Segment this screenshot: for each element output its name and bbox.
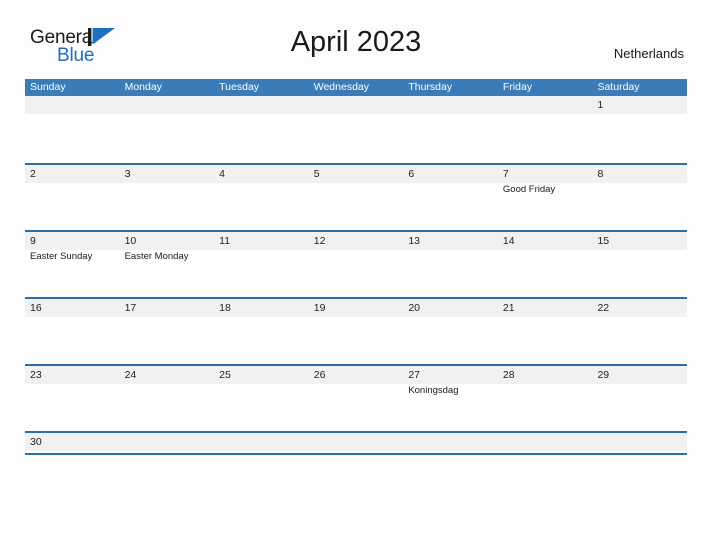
weekday-header-row: Sunday Monday Tuesday Wednesday Thursday… <box>25 79 687 96</box>
day-number: 17 <box>124 302 137 314</box>
day-number: 26 <box>313 369 326 381</box>
day-cell[interactable] <box>309 433 404 453</box>
week-row: 16 17 18 19 20 21 22 <box>25 297 687 364</box>
weekday-header-monday: Monday <box>124 81 162 93</box>
day-cell[interactable]: 18 <box>214 299 309 364</box>
day-cell[interactable] <box>214 433 309 453</box>
weekday-header-tuesday: Tuesday <box>219 81 260 93</box>
day-cell[interactable]: 20 <box>403 299 498 364</box>
day-number: 27 <box>408 369 420 381</box>
day-cell[interactable] <box>498 96 593 163</box>
day-cell[interactable] <box>214 96 309 163</box>
day-cell[interactable]: 21 <box>498 299 593 364</box>
day-number: 3 <box>124 168 131 180</box>
day-cell[interactable] <box>309 96 404 163</box>
week-row: 23 24 25 26 27 Koningsdag 28 29 <box>25 364 687 431</box>
day-number: 7 <box>502 168 509 180</box>
page-title: April 2023 <box>290 26 422 58</box>
day-cell[interactable]: 12 <box>309 232 404 297</box>
day-number: 4 <box>219 168 225 180</box>
day-number: 19 <box>313 302 326 314</box>
day-number: 8 <box>597 168 604 180</box>
weekday-header-sunday: Sunday <box>30 81 66 93</box>
day-number: 5 <box>313 168 320 180</box>
day-cell[interactable]: 8 <box>592 165 687 230</box>
day-number: 29 <box>597 369 610 381</box>
day-cell[interactable]: 10 Easter Monday <box>120 232 215 297</box>
day-number: 10 <box>124 235 137 247</box>
day-cell[interactable]: 13 <box>403 232 498 297</box>
day-number: 2 <box>30 168 36 180</box>
day-number: 23 <box>30 369 42 381</box>
calendar-grid: Sunday Monday Tuesday Wednesday Thursday… <box>25 79 687 455</box>
day-number: 22 <box>597 302 610 314</box>
weekday-header-friday: Friday <box>502 81 533 93</box>
day-event: Koningsdag <box>408 385 459 396</box>
day-cell[interactable]: 3 <box>120 165 215 230</box>
weekday-header-wednesday: Wednesday <box>313 81 369 93</box>
day-cell[interactable]: 2 <box>25 165 120 230</box>
day-cell[interactable]: 15 <box>592 232 687 297</box>
day-cell[interactable] <box>498 433 593 453</box>
page-header: General Blue April 2023 Netherlands <box>0 0 712 65</box>
day-cell[interactable]: 23 <box>25 366 120 431</box>
day-number: 16 <box>30 302 42 314</box>
day-cell[interactable]: 11 <box>214 232 309 297</box>
day-cell[interactable]: 5 <box>309 165 404 230</box>
day-number: 11 <box>219 235 231 247</box>
calendar-page: General Blue April 2023 Netherlands Sund… <box>0 0 712 550</box>
day-cell[interactable] <box>120 433 215 453</box>
week-row: 2 3 4 5 6 7 Good Friday 8 <box>25 163 687 230</box>
day-number: 14 <box>502 235 515 247</box>
day-cell[interactable]: 16 <box>25 299 120 364</box>
day-number: 24 <box>124 369 137 381</box>
day-number: 6 <box>408 168 415 180</box>
day-cell[interactable]: 30 <box>25 433 120 453</box>
day-event: Good Friday <box>502 184 556 195</box>
day-number: 28 <box>502 369 515 381</box>
day-cell[interactable]: 9 Easter Sunday <box>25 232 120 297</box>
day-cell[interactable]: 27 Koningsdag <box>403 366 498 431</box>
day-cell[interactable]: 1 <box>592 96 687 163</box>
day-cell[interactable] <box>25 96 120 163</box>
day-cell[interactable]: 24 <box>120 366 215 431</box>
day-cell[interactable]: 19 <box>309 299 404 364</box>
day-number: 25 <box>219 369 231 381</box>
day-number: 30 <box>30 436 42 448</box>
day-cell[interactable]: 6 <box>403 165 498 230</box>
day-number: 20 <box>408 302 420 314</box>
region-label: Netherlands <box>613 46 684 61</box>
day-cell[interactable]: 17 <box>120 299 215 364</box>
day-cell[interactable]: 7 Good Friday <box>498 165 593 230</box>
day-cell[interactable]: 25 <box>214 366 309 431</box>
day-cell[interactable]: 4 <box>214 165 309 230</box>
day-cell[interactable] <box>120 96 215 163</box>
day-cell[interactable]: 14 <box>498 232 593 297</box>
weekday-header-thursday: Thursday <box>408 81 453 93</box>
day-cell[interactable]: 29 <box>592 366 687 431</box>
day-number: 12 <box>313 235 326 247</box>
day-cell[interactable] <box>403 433 498 453</box>
calendar-bottom-rule <box>25 453 687 455</box>
weekday-header-saturday: Saturday <box>597 81 640 93</box>
day-cell[interactable] <box>592 433 687 453</box>
day-number: 9 <box>30 235 36 247</box>
week-row: 1 <box>25 96 687 163</box>
day-number: 15 <box>597 235 610 247</box>
week-row: 30 <box>25 431 687 453</box>
day-event: Easter Monday <box>124 251 189 262</box>
day-number: 1 <box>597 99 604 111</box>
day-event: Easter Sunday <box>30 251 93 262</box>
day-number: 21 <box>502 302 515 314</box>
week-row: 9 Easter Sunday 10 Easter Monday 11 12 1… <box>25 230 687 297</box>
day-number: 13 <box>408 235 420 247</box>
day-cell[interactable]: 28 <box>498 366 593 431</box>
day-cell[interactable] <box>403 96 498 163</box>
day-cell[interactable]: 26 <box>309 366 404 431</box>
day-cell[interactable]: 22 <box>592 299 687 364</box>
day-number: 18 <box>219 302 231 314</box>
